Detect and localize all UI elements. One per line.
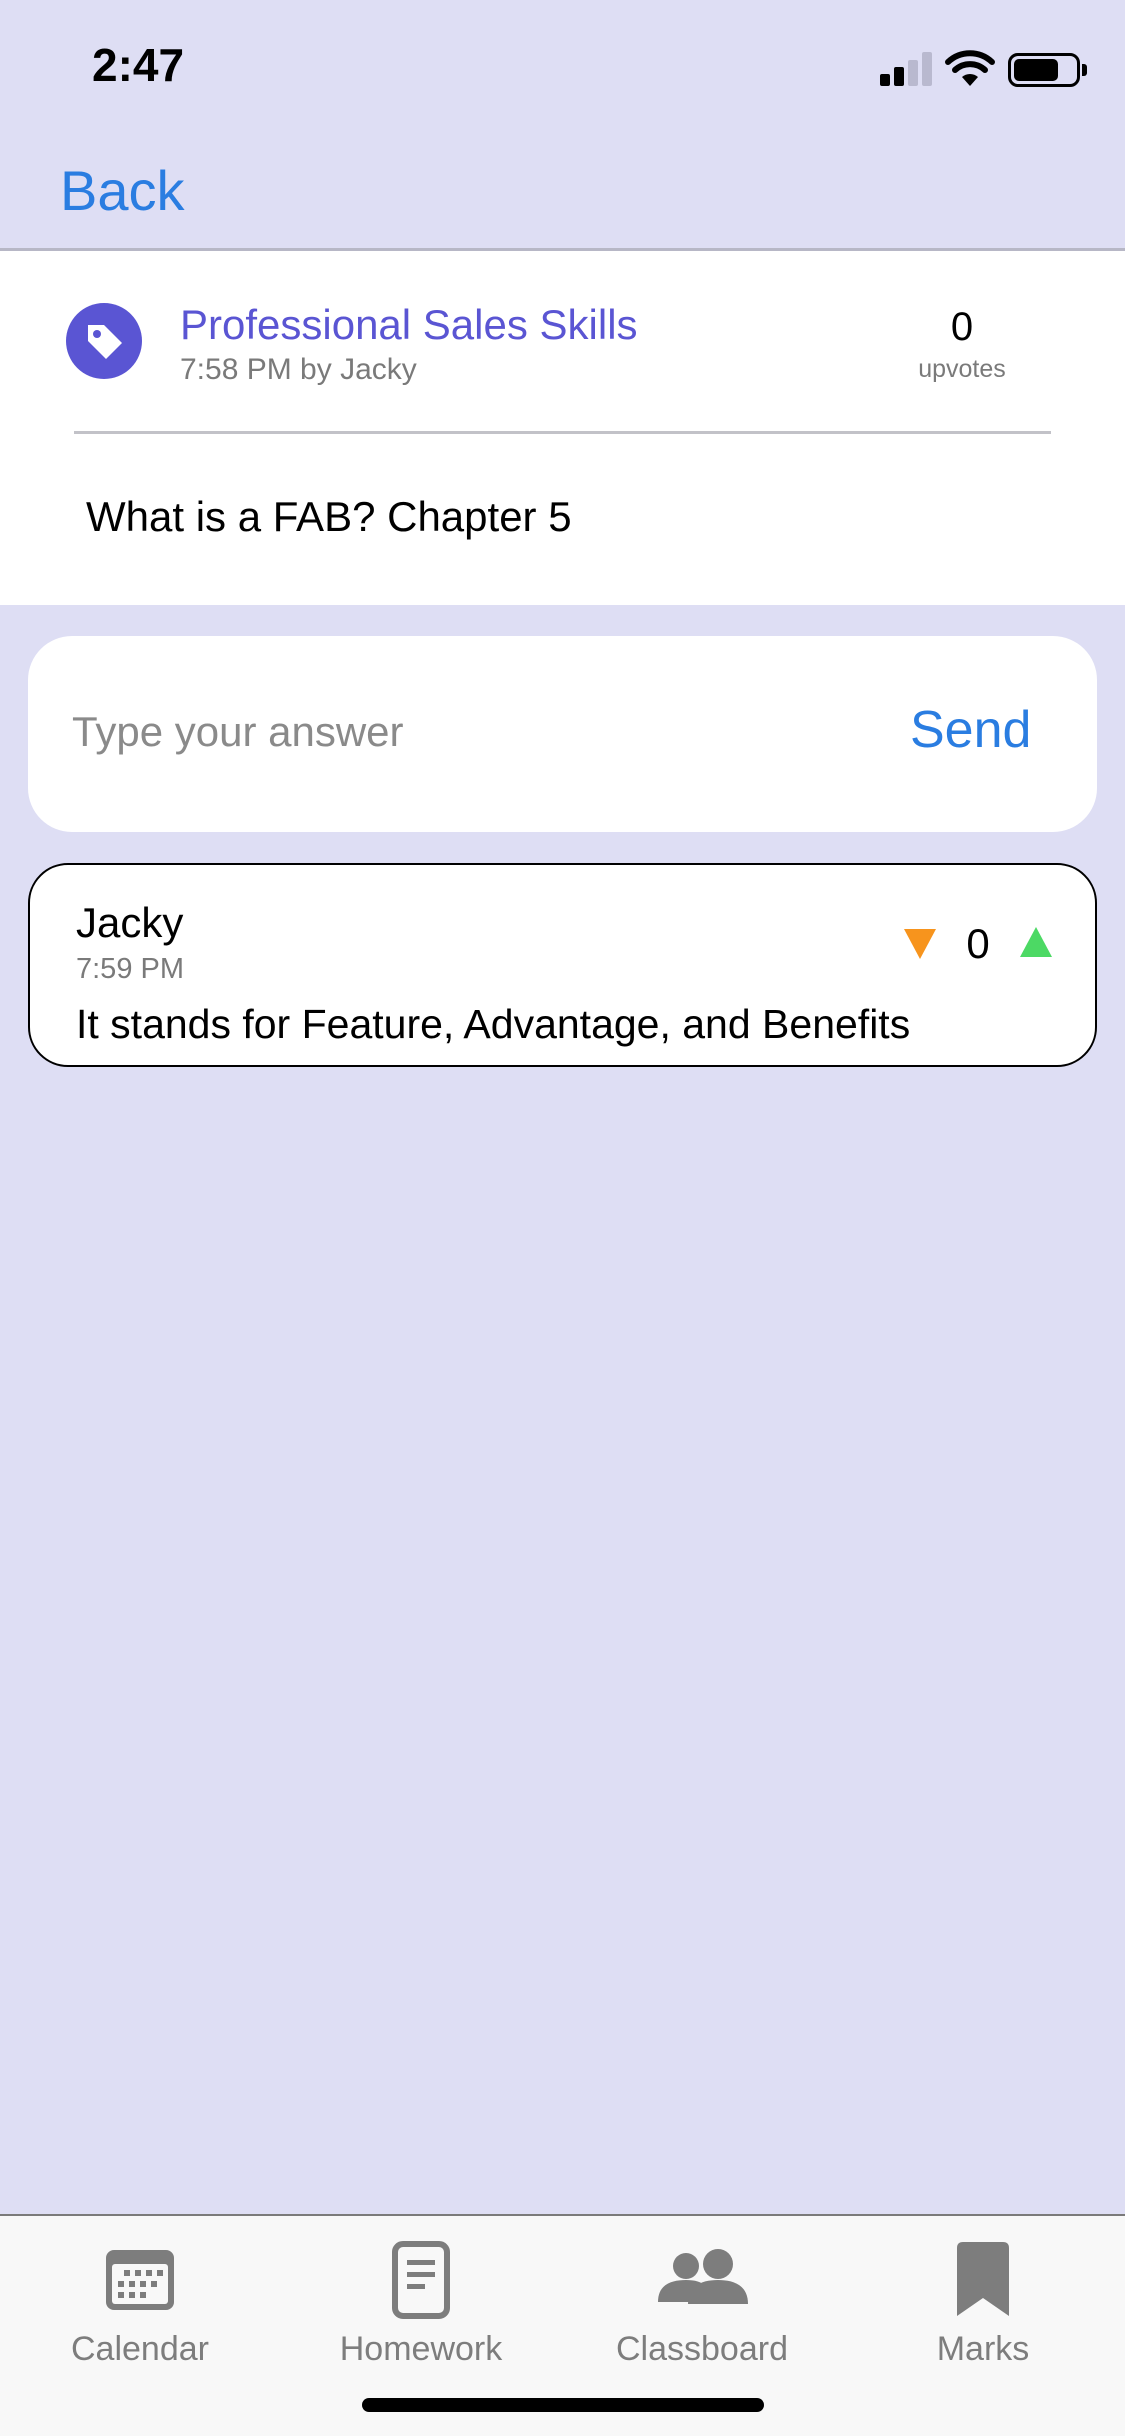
document-icon xyxy=(392,2241,450,2319)
tab-calendar-label: Calendar xyxy=(71,2330,209,2368)
post-upvote-count: 0 xyxy=(950,305,974,349)
tag-icon xyxy=(66,303,142,379)
header-divider xyxy=(74,431,1051,434)
tab-classboard[interactable]: Classboard xyxy=(562,2240,842,2369)
cellular-signal-icon xyxy=(880,52,932,86)
answer-input-card: Send xyxy=(28,636,1097,832)
post-upvote-label: upvotes xyxy=(918,355,1006,383)
answer-input[interactable] xyxy=(72,702,852,762)
back-button[interactable]: Back xyxy=(60,158,185,223)
wifi-icon xyxy=(945,50,995,86)
downvote-icon[interactable] xyxy=(902,927,938,961)
answer-card: Jacky 7:59 PM It stands for Feature, Adv… xyxy=(28,863,1097,1067)
people-icon xyxy=(658,2249,748,2304)
home-indicator xyxy=(362,2398,764,2412)
tab-homework[interactable]: Homework xyxy=(281,2240,561,2369)
send-button[interactable]: Send xyxy=(910,700,1031,760)
upvote-icon[interactable] xyxy=(1018,925,1054,959)
status-bar: 2:47 xyxy=(0,0,1125,135)
tab-classboard-label: Classboard xyxy=(616,2330,788,2368)
post-meta: 7:58 PM by Jacky xyxy=(180,353,417,386)
question-text: What is a FAB? Chapter 5 xyxy=(86,493,572,540)
tab-calendar[interactable]: Calendar xyxy=(0,2240,280,2369)
answer-vote-count: 0 xyxy=(966,920,990,967)
calendar-icon xyxy=(106,2250,174,2310)
answer-text: It stands for Feature, Advantage, and Be… xyxy=(76,1001,911,1047)
status-time: 2:47 xyxy=(92,39,185,91)
tab-homework-label: Homework xyxy=(339,2330,503,2368)
tab-marks-label: Marks xyxy=(936,2330,1030,2368)
answer-author: Jacky xyxy=(76,899,184,946)
tab-marks[interactable]: Marks xyxy=(843,2240,1123,2369)
post-title[interactable]: Professional Sales Skills xyxy=(180,301,638,349)
bookmark-icon xyxy=(957,2242,1009,2316)
battery-icon xyxy=(1008,53,1087,87)
post-panel: Professional Sales Skills 7:58 PM by Jac… xyxy=(0,251,1125,605)
answer-time: 7:59 PM xyxy=(76,953,184,985)
